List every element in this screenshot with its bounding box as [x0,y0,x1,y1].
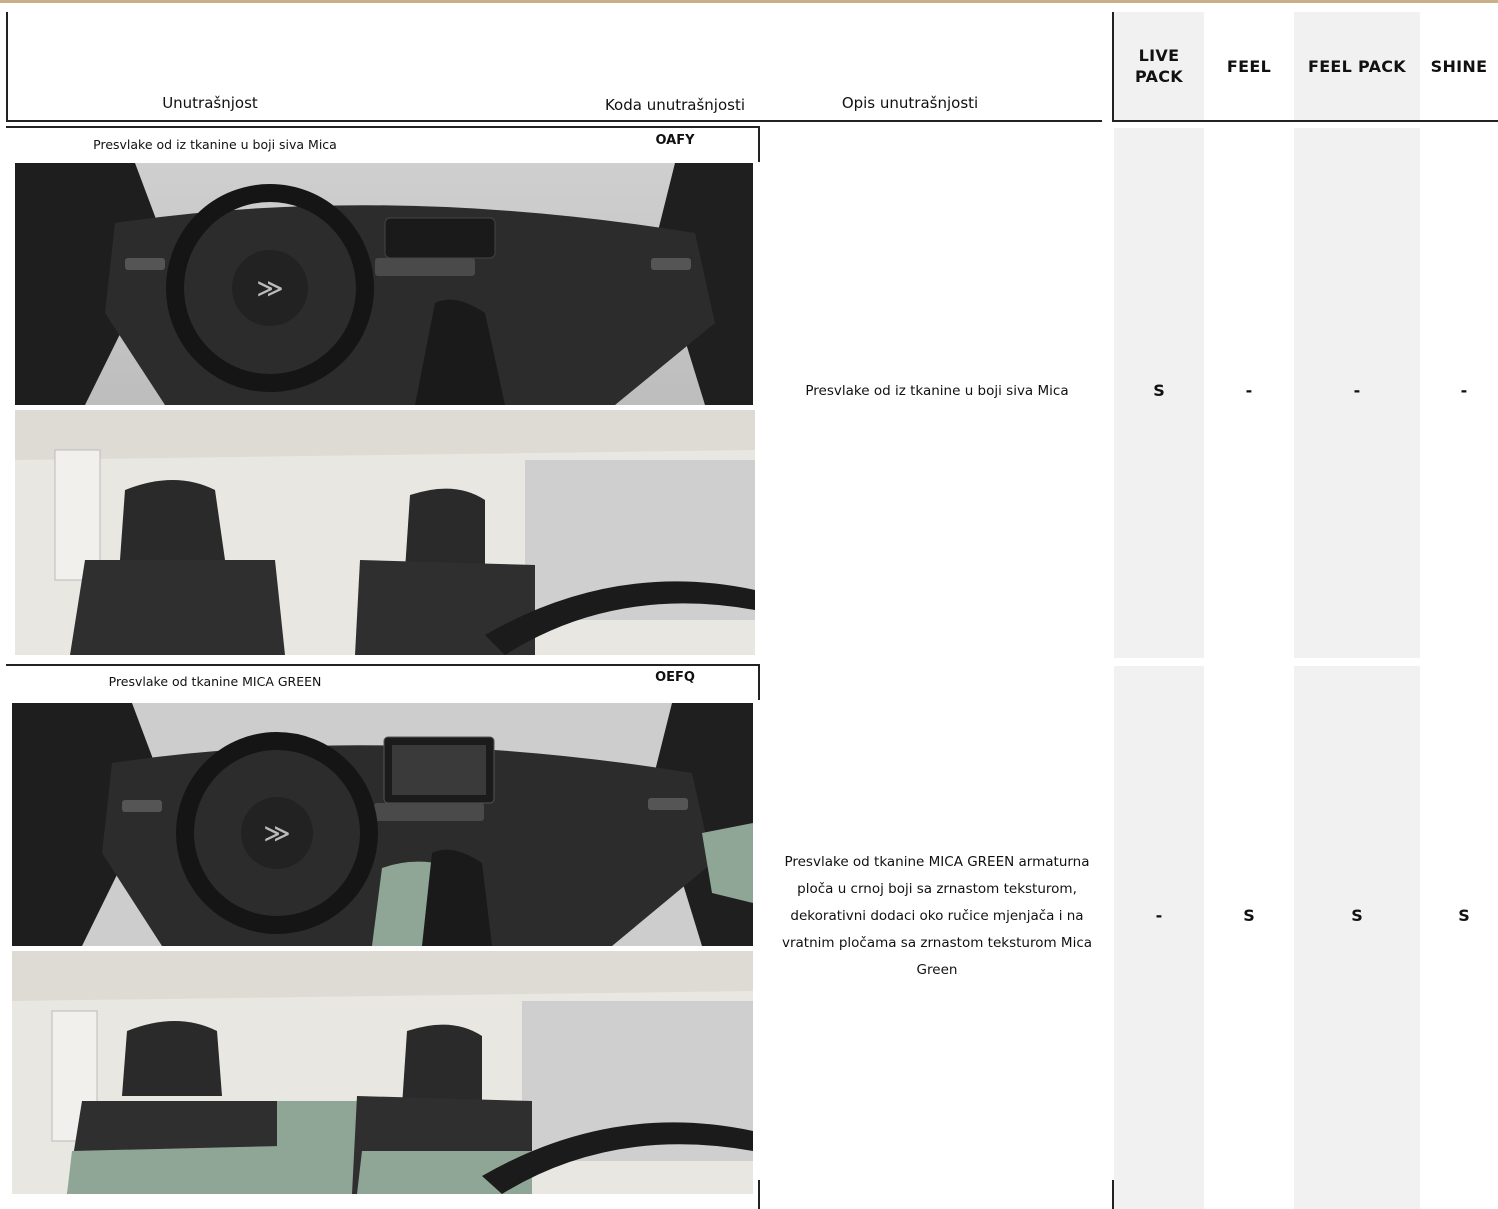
row-border-right [758,664,760,700]
dashboard-photo: ≫ [15,163,753,405]
cabin-photo [15,410,755,655]
row-interior-code: OEFQ [655,670,695,685]
trim-col-bg-row2-feel-pack [1294,666,1420,1209]
row-border-right [758,126,760,162]
header-bottom-line-trims [1114,120,1498,122]
top-accent-rule [0,0,1498,3]
header-interior: Unutrašnjost [162,94,258,112]
svg-text:≫: ≫ [256,273,283,303]
header-bottom-line [6,120,1102,122]
trim-header-live-pack: LIVE PACK [1135,46,1183,86]
header-left-border [6,12,8,120]
row-interior-title: Presvlake od tkanine MICA GREEN [108,674,322,689]
row-description: Presvlake od iz tkanine u boji siva Mica [805,383,1069,399]
bottom-border-stub [1112,1180,1114,1209]
row-interior-title: Presvlake od iz tkanine u boji siva Mica [93,137,337,152]
svg-text:≫: ≫ [263,818,290,848]
row-interior-code: OAFY [655,133,695,148]
trim-header-feel: FEEL [1226,56,1272,76]
row-border-top [6,126,760,128]
cabin-photo [12,951,753,1194]
value-feel: S [1243,906,1255,925]
dashboard-photo: ≫ [12,703,753,946]
value-live-pack: - [1155,906,1163,925]
value-shine: S [1458,906,1470,925]
row-description: Presvlake od tkanine MICA GREEN armaturn… [781,854,1093,978]
trim-col-bg-row2-live-pack [1114,666,1204,1209]
bottom-border-stub [758,1180,760,1209]
trim-header-shine: SHINE [1430,56,1488,76]
value-live-pack: S [1153,381,1165,400]
header-divider [1112,12,1114,122]
trim-header-feel-pack: FEEL PACK [1307,56,1407,76]
header-code: Koda unutrašnjosti [604,96,746,114]
header-description: Opis unutrašnjosti [841,94,979,112]
value-feel-pack: S [1351,906,1363,925]
value-feel-pack: - [1353,381,1361,400]
row-border-top [6,664,760,666]
value-feel: - [1245,381,1253,400]
value-shine: - [1460,381,1468,400]
